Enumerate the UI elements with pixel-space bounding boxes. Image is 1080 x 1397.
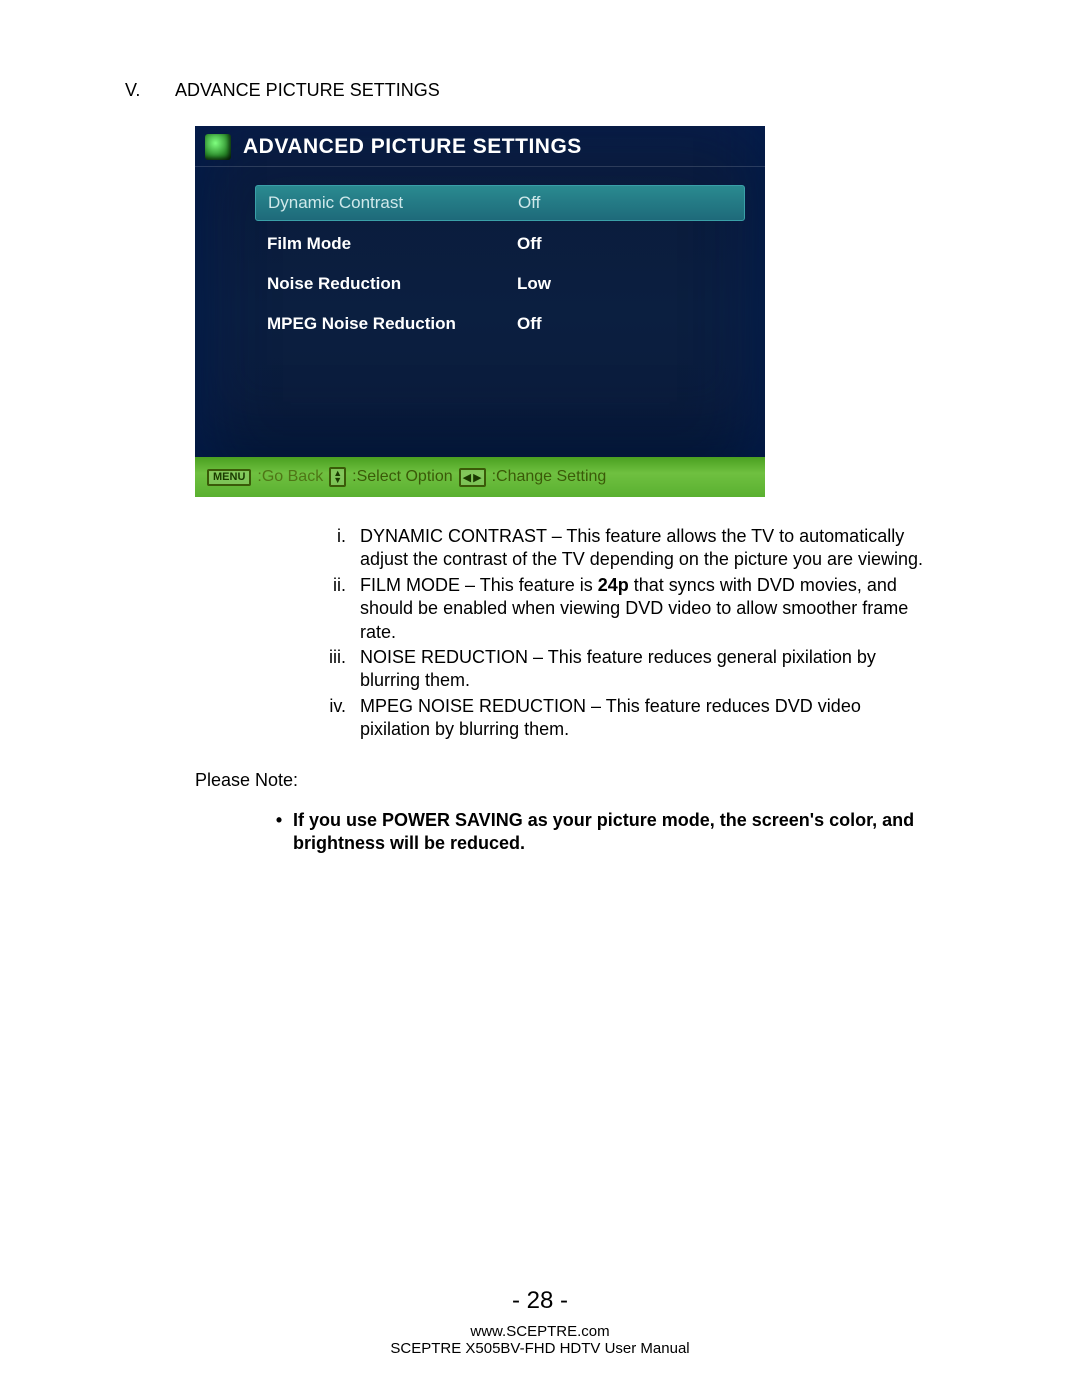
page-number: - 28 - [0, 1287, 1080, 1315]
def-numeral: i. [320, 525, 360, 572]
definitions-list: i. DYNAMIC CONTRAST – This feature allow… [320, 525, 930, 742]
osd-label: Noise Reduction [267, 274, 517, 294]
osd-footer: MENU :Go Back ▲▼ :Select Option ◀▶ :Chan… [195, 457, 765, 497]
section-heading: V. ADVANCE PICTURE SETTINGS [125, 80, 960, 101]
change-setting-label: :Change Setting [492, 468, 607, 486]
page-footer: - 28 - www.SCEPTRE.com SCEPTRE X505BV-FH… [0, 1287, 1080, 1357]
leftright-arrows-icon: ◀▶ [459, 468, 486, 487]
osd-value: Off [517, 234, 733, 254]
sceptre-logo-icon [205, 134, 231, 160]
osd-row-dynamic-contrast: Dynamic Contrast Off [255, 185, 745, 221]
def-numeral: iv. [320, 695, 360, 742]
osd-header: ADVANCED PICTURE SETTINGS [195, 126, 765, 167]
menu-key-icon: MENU [207, 469, 251, 486]
osd-label: MPEG Noise Reduction [267, 314, 517, 334]
def-numeral: iii. [320, 646, 360, 693]
def-text: NOISE REDUCTION – This feature reduces g… [360, 646, 930, 693]
osd-screenshot: ADVANCED PICTURE SETTINGS Dynamic Contra… [195, 126, 765, 497]
osd-value: Off [517, 314, 733, 334]
please-note-label: Please Note: [195, 770, 960, 791]
section-title: ADVANCE PICTURE SETTINGS [175, 80, 440, 101]
osd-label: Film Mode [267, 234, 517, 254]
osd-row-mpeg-noise-reduction: MPEG Noise Reduction Off [255, 307, 745, 341]
definition-item: ii. FILM MODE – This feature is 24p that… [320, 574, 930, 644]
osd-title: ADVANCED PICTURE SETTINGS [243, 135, 582, 159]
osd-value: Low [517, 274, 733, 294]
go-back-label: :Go Back [257, 468, 323, 486]
note-bullet: • If you use POWER SAVING as your pictur… [265, 809, 925, 856]
osd-row-noise-reduction: Noise Reduction Low [255, 267, 745, 301]
section-numeral: V. [125, 80, 175, 101]
select-option-label: :Select Option [352, 468, 453, 486]
osd-label: Dynamic Contrast [268, 193, 518, 213]
definition-item: i. DYNAMIC CONTRAST – This feature allow… [320, 525, 930, 572]
definition-item: iii. NOISE REDUCTION – This feature redu… [320, 646, 930, 693]
definition-item: iv. MPEG NOISE REDUCTION – This feature … [320, 695, 930, 742]
osd-value: Off [518, 193, 732, 213]
def-text: FILM MODE – This feature is 24p that syn… [360, 574, 930, 644]
osd-row-film-mode: Film Mode Off [255, 227, 745, 261]
def-text: MPEG NOISE REDUCTION – This feature redu… [360, 695, 930, 742]
bullet-text: If you use POWER SAVING as your picture … [293, 809, 925, 856]
footer-doc-title: SCEPTRE X505BV-FHD HDTV User Manual [0, 1340, 1080, 1357]
osd-body: Dynamic Contrast Off Film Mode Off Noise… [195, 167, 765, 457]
updown-arrows-icon: ▲▼ [329, 467, 346, 487]
bullet-icon: • [265, 809, 293, 856]
def-numeral: ii. [320, 574, 360, 644]
def-text: DYNAMIC CONTRAST – This feature allows t… [360, 525, 930, 572]
footer-url: www.SCEPTRE.com [0, 1323, 1080, 1340]
